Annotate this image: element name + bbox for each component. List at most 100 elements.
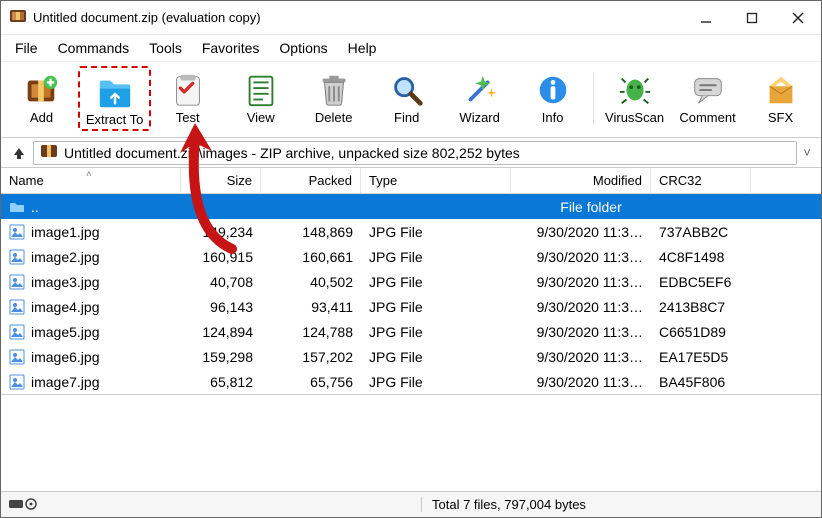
- folder-up-icon: [9, 199, 25, 215]
- find-icon: [388, 70, 426, 110]
- close-icon: [792, 12, 804, 24]
- address-text: Untitled document.zip\images - ZIP archi…: [64, 145, 520, 161]
- column-modified[interactable]: Modified: [511, 168, 651, 193]
- file-list: Name ˄ Size Packed Type Modified CRC32 .…: [1, 168, 821, 395]
- status-summary: Total 7 files, 797,004 bytes: [421, 497, 821, 512]
- file-row[interactable]: image1.jpg149,234148,869JPG File9/30/202…: [1, 219, 821, 244]
- file-row[interactable]: image7.jpg65,81265,756JPG File9/30/2020 …: [1, 369, 821, 394]
- image-file-icon: [9, 249, 25, 265]
- file-packed: 124,788: [261, 324, 361, 340]
- extract-to-button[interactable]: Extract To: [78, 66, 151, 131]
- address-bar[interactable]: Untitled document.zip\images - ZIP archi…: [33, 141, 797, 165]
- minimize-button[interactable]: [683, 1, 729, 35]
- disk-icon: [9, 497, 37, 513]
- find-button[interactable]: Find: [370, 66, 443, 131]
- file-crc32: C6651D89: [651, 324, 751, 340]
- window-title: Untitled document.zip (evaluation copy): [33, 10, 261, 25]
- comment-icon: [689, 70, 727, 110]
- virusscan-icon: [616, 70, 654, 110]
- extract-to-icon: [96, 72, 134, 112]
- column-packed[interactable]: Packed: [261, 168, 361, 193]
- menu-file[interactable]: File: [5, 38, 48, 58]
- wizard-label: Wizard: [459, 110, 499, 125]
- sfx-icon: [762, 70, 800, 110]
- delete-icon: [315, 70, 353, 110]
- file-modified: 9/30/2020 11:3…: [511, 224, 651, 240]
- file-packed: 40,502: [261, 274, 361, 290]
- toolbar: Add Extract To Test View Delete: [1, 61, 821, 138]
- minimize-icon: [700, 12, 712, 24]
- view-button[interactable]: View: [224, 66, 297, 131]
- file-crc32: BA45F806: [651, 374, 751, 390]
- comment-button[interactable]: Comment: [671, 66, 744, 131]
- address-dropdown-button[interactable]: ˅: [797, 145, 817, 160]
- file-row[interactable]: image2.jpg160,915160,661JPG File9/30/202…: [1, 244, 821, 269]
- statusbar: Total 7 files, 797,004 bytes: [1, 491, 821, 517]
- delete-button[interactable]: Delete: [297, 66, 370, 131]
- parent-folder-row[interactable]: .. File folder: [1, 194, 821, 219]
- menu-favorites[interactable]: Favorites: [192, 38, 270, 58]
- file-row[interactable]: image5.jpg124,894124,788JPG File9/30/202…: [1, 319, 821, 344]
- file-crc32: EA17E5D5: [651, 349, 751, 365]
- toolbar-separator: [593, 72, 594, 125]
- sort-ascending-icon: ˄: [86, 169, 92, 180]
- sfx-label: SFX: [768, 110, 793, 125]
- up-one-level-button[interactable]: [5, 141, 33, 165]
- file-row[interactable]: image4.jpg96,14393,411JPG File9/30/2020 …: [1, 294, 821, 319]
- image-file-icon: [9, 299, 25, 315]
- wizard-button[interactable]: Wizard: [443, 66, 516, 131]
- file-size: 124,894: [181, 324, 261, 340]
- menu-help[interactable]: Help: [338, 38, 387, 58]
- file-size: 159,298: [181, 349, 261, 365]
- file-size: 40,708: [181, 274, 261, 290]
- find-label: Find: [394, 110, 419, 125]
- menu-commands[interactable]: Commands: [48, 38, 140, 58]
- menu-options[interactable]: Options: [269, 38, 337, 58]
- menubar: File Commands Tools Favorites Options He…: [1, 35, 821, 61]
- menu-tools[interactable]: Tools: [139, 38, 192, 58]
- file-row[interactable]: image3.jpg 40,70840,502JPG File9/30/2020 …: [1, 269, 821, 294]
- file-rows: .. File folder image1.jpg149,234148,869J…: [1, 194, 821, 394]
- parent-folder-name: ..: [31, 199, 39, 215]
- file-size: 149,234: [181, 224, 261, 240]
- column-name[interactable]: Name ˄: [1, 168, 181, 193]
- file-name: image6.jpg: [31, 349, 100, 365]
- info-button[interactable]: Info: [516, 66, 589, 131]
- column-type[interactable]: Type: [361, 168, 511, 193]
- column-size[interactable]: Size: [181, 168, 261, 193]
- archive-icon: [40, 142, 58, 163]
- file-type: JPG File: [361, 324, 511, 340]
- add-icon: [22, 70, 60, 110]
- test-button[interactable]: Test: [151, 66, 224, 131]
- close-button[interactable]: [775, 1, 821, 35]
- file-packed: 160,661: [261, 249, 361, 265]
- parent-folder-type: File folder: [361, 199, 821, 215]
- file-name: image5.jpg: [31, 324, 100, 340]
- file-modified: 9/30/2020 11:3…: [511, 299, 651, 315]
- virusscan-button[interactable]: VirusScan: [598, 66, 671, 131]
- file-size: 65,812: [181, 374, 261, 390]
- file-modified: 9/30/2020 11:3…: [511, 274, 651, 290]
- maximize-button[interactable]: [729, 1, 775, 35]
- titlebar: Untitled document.zip (evaluation copy): [1, 1, 821, 35]
- file-packed: 65,756: [261, 374, 361, 390]
- sfx-button[interactable]: SFX: [744, 66, 817, 131]
- column-headers: Name ˄ Size Packed Type Modified CRC32: [1, 168, 821, 194]
- image-file-icon: [9, 349, 25, 365]
- column-crc32[interactable]: CRC32: [651, 168, 751, 193]
- file-type: JPG File: [361, 274, 511, 290]
- add-label: Add: [30, 110, 53, 125]
- file-type: JPG File: [361, 349, 511, 365]
- file-name: image2.jpg: [31, 249, 100, 265]
- file-size: 96,143: [181, 299, 261, 315]
- file-name: image4.jpg: [31, 299, 100, 315]
- file-row[interactable]: image6.jpg159,298157,202JPG File9/30/202…: [1, 344, 821, 369]
- file-modified: 9/30/2020 11:3…: [511, 249, 651, 265]
- file-name: image3.jpg: [31, 274, 100, 290]
- file-type: JPG File: [361, 224, 511, 240]
- file-crc32: 4C8F1498: [651, 249, 751, 265]
- file-packed: 93,411: [261, 299, 361, 315]
- comment-label: Comment: [679, 110, 735, 125]
- file-packed: 148,869: [261, 224, 361, 240]
- add-button[interactable]: Add: [5, 66, 78, 131]
